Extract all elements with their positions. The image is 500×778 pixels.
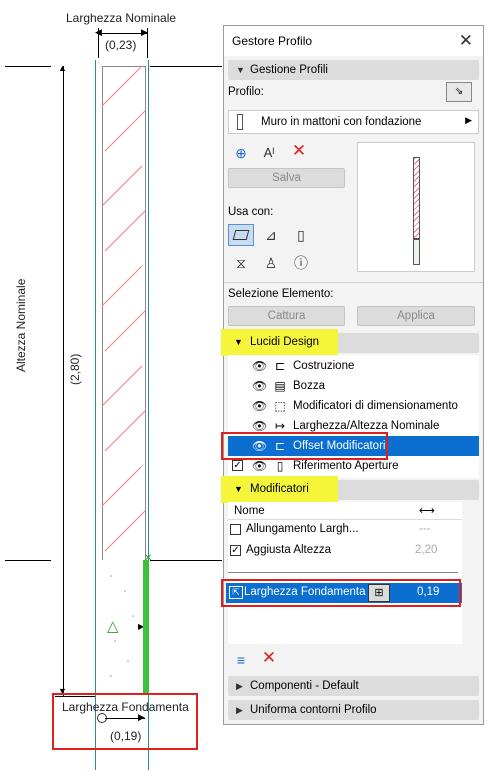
- chevron-down-icon: ▼: [234, 484, 243, 494]
- layer-row-costruzione[interactable]: 👁 ⊏ Costruzione: [228, 356, 479, 376]
- chevron-right-icon: ▶: [236, 705, 243, 715]
- dimension-modifier-icon: ⬚: [274, 399, 286, 413]
- brick-hatch: [102, 66, 145, 552]
- profile-name: Muro in mattoni con fondazione: [261, 116, 422, 128]
- info-icon[interactable]: ⓘ: [290, 252, 312, 274]
- nominal-height-value: (2,80): [68, 353, 82, 385]
- profile-options-icon[interactable]: ⇘: [446, 82, 472, 102]
- wall-tool-icon[interactable]: [228, 224, 254, 246]
- checkbox-checked[interactable]: ✓: [232, 460, 243, 471]
- foundation-width-label: Larghezza Fondamenta: [62, 700, 189, 714]
- add-profile-icon[interactable]: ⊕: [230, 142, 252, 164]
- beam-tool-icon[interactable]: ⊿: [260, 224, 282, 246]
- layer-row-riferimento-aperture[interactable]: ✓ 👁 ▯ Riferimento Aperture: [228, 456, 479, 476]
- x-marker-icon: ✕: [144, 553, 153, 564]
- column-header-nome: Nome: [234, 505, 265, 517]
- modifier-annotation-box: [221, 579, 461, 607]
- nominal-width-value: (0,23): [105, 38, 137, 52]
- wall-profile-icon: [237, 114, 243, 130]
- profilo-label: Profilo:: [228, 86, 264, 98]
- panel-titlebar: Gestore Profilo ✕: [224, 26, 483, 56]
- height-dimension-line: [63, 66, 64, 696]
- delete-modifier-icon[interactable]: ✕: [258, 647, 280, 669]
- width-column-icon: ⟷: [419, 505, 435, 517]
- foundation-offset-handle[interactable]: [143, 560, 149, 695]
- section-componenti[interactable]: ▶ Componenti - Default: [228, 676, 479, 696]
- eye-icon[interactable]: 👁: [252, 376, 267, 396]
- modificatori-label: Modificatori: [250, 483, 309, 495]
- nominal-height-label: Altezza Nominale: [14, 278, 28, 372]
- modifier-name[interactable]: Allungamento Largh...: [246, 523, 359, 535]
- lucidi-design-label: Lucidi Design: [250, 336, 320, 348]
- modifier-value: 2,20: [415, 544, 438, 556]
- eye-icon[interactable]: 👁: [252, 356, 267, 376]
- eye-icon[interactable]: 👁: [252, 396, 267, 416]
- section-gestione-profili[interactable]: ▼ Gestione Profili: [228, 60, 479, 80]
- column-tool-icon[interactable]: ▯: [290, 224, 312, 246]
- checkbox-unchecked[interactable]: [230, 524, 241, 535]
- add-modifier-icon[interactable]: ≡: [230, 649, 252, 671]
- delete-icon[interactable]: ✕: [288, 140, 310, 162]
- wall-outline-left: [95, 60, 96, 770]
- arrow-up-icon: ▲: [58, 63, 67, 73]
- close-icon[interactable]: ✕: [459, 31, 473, 51]
- nominal-width-label: Larghezza Nominale: [66, 11, 177, 25]
- save-button[interactable]: Salva: [228, 168, 345, 188]
- profile-preview: [357, 142, 475, 272]
- rename-icon[interactable]: Aᴵ: [258, 142, 280, 164]
- modifier-name[interactable]: Aggiusta Altezza: [246, 544, 331, 556]
- arrow-right-icon: ▶: [138, 712, 145, 722]
- layer-row-modificatori-dimensionamento[interactable]: 👁 ⬚ Modificatori di dimensionamento: [228, 396, 479, 416]
- cattura-button[interactable]: Cattura: [228, 306, 345, 326]
- selezione-label: Selezione Elemento:: [228, 288, 334, 300]
- profile-select[interactable]: Muro in mattoni con fondazione ▶: [228, 110, 479, 134]
- chevron-down-icon: ▼: [234, 337, 243, 347]
- modifier-value: ---: [419, 523, 431, 535]
- applica-button[interactable]: Applica: [357, 306, 475, 326]
- checkbox-checked[interactable]: ✓: [230, 545, 241, 556]
- triangle-marker-icon[interactable]: △: [107, 617, 119, 635]
- opening-reference-icon: ▯: [276, 459, 284, 473]
- panel-title: Gestore Profilo: [232, 34, 313, 48]
- chevron-down-icon: ▼: [236, 65, 245, 75]
- chevron-right-icon: ▶: [236, 681, 243, 691]
- layer-row-bozza[interactable]: 👁 ▤ Bozza: [228, 376, 479, 396]
- eye-icon[interactable]: 👁: [252, 456, 267, 476]
- draft-layer-icon: ▤: [274, 379, 286, 393]
- construction-layer-icon: ⊏: [274, 359, 286, 373]
- railing-tool-icon[interactable]: ⧖: [230, 252, 252, 274]
- usa-con-label: Usa con:: [228, 206, 274, 218]
- section-uniforma[interactable]: ▶ Uniforma contorni Profilo: [228, 700, 479, 720]
- profile-manager-panel: Gestore Profilo ✕ ▼ Gestione Profili Pro…: [221, 25, 484, 725]
- object-tool-icon[interactable]: ♙: [260, 252, 282, 274]
- foundation-width-value: (0,19): [110, 729, 142, 743]
- chevron-right-icon: ▶: [465, 115, 472, 125]
